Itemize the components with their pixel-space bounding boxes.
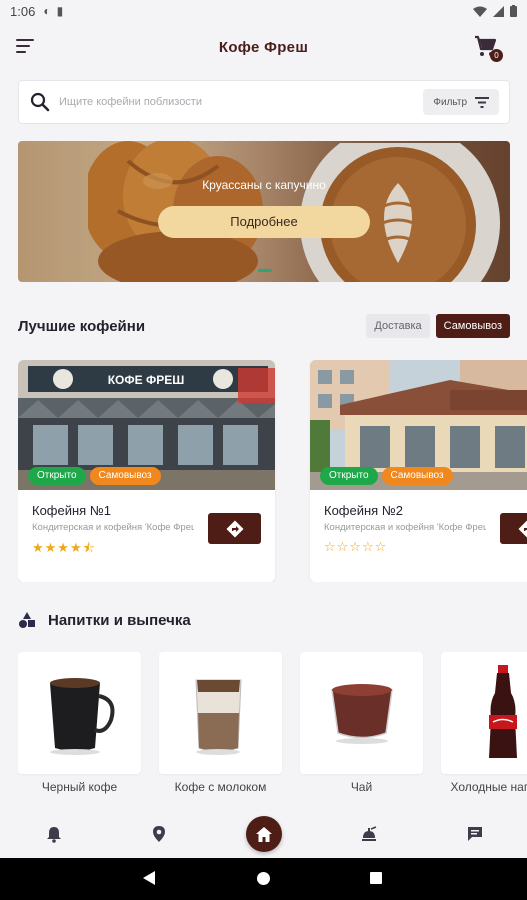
filter-label: Фильтр — [433, 96, 467, 108]
chat-icon[interactable] — [466, 825, 484, 843]
search-icon — [30, 92, 50, 112]
pickup-badge: Самовывоз — [381, 467, 453, 485]
cart-count-badge: 0 — [490, 49, 503, 62]
cafe-rating: ★★★★⯪ — [32, 540, 96, 555]
open-status-badge: Открыто — [28, 467, 86, 485]
cafe-card[interactable]: КОФЕ ФРЕШ Открыто Самовывоз Кофейня №1 К… — [18, 360, 275, 582]
cafe-name: Кофейня №2 — [324, 503, 403, 518]
toggle-pickup[interactable]: Самовывоз — [435, 314, 510, 338]
coffee-with-milk-image — [194, 679, 242, 755]
pickup-badge: Самовывоз — [89, 467, 161, 485]
home-icon — [256, 826, 272, 842]
food-tray-icon[interactable] — [360, 825, 378, 843]
drink-item[interactable]: Кофе с молоком — [159, 652, 282, 794]
drinks-carousel[interactable]: Черный кофе Кофе с молоком Чай Холодные … — [18, 652, 527, 802]
system-navigation-bar — [0, 858, 527, 900]
directions-icon — [226, 520, 243, 537]
cafe-description: Кондитерская и кофейня 'Кофе Фреш' — [32, 522, 194, 533]
search-input[interactable] — [59, 96, 424, 108]
banner-caption: Круассаны с капучино — [202, 178, 326, 192]
open-status-badge: Открыто — [320, 467, 378, 485]
directions-icon — [518, 520, 527, 537]
cafe-name: Кофейня №1 — [32, 503, 111, 518]
drink-label: Кофе с молоком — [174, 780, 267, 794]
directions-button[interactable] — [208, 513, 261, 544]
delivery-mode-toggle: Доставка Самовывоз — [366, 314, 510, 338]
filter-icon — [475, 96, 489, 108]
bell-icon[interactable] — [45, 825, 63, 843]
search-bar: Фильтр — [18, 80, 510, 124]
cafe-card[interactable]: Открыто Самовывоз Кофейня №2 Кондитерска… — [310, 360, 527, 582]
filter-button[interactable]: Фильтр — [423, 89, 499, 115]
cafe-rating: ☆☆☆☆☆ — [324, 539, 388, 554]
status-bar: 1:06 ◐ ▮ — [0, 0, 527, 22]
drink-label: Холодные напитки — [450, 780, 527, 794]
drink-item[interactable]: Чай — [300, 652, 423, 794]
system-recents-icon[interactable] — [370, 872, 382, 884]
location-pin-icon[interactable] — [150, 825, 168, 843]
best-cafes-title: Лучшие кофейни — [18, 317, 146, 335]
drink-image[interactable] — [18, 652, 141, 774]
best-cafes-header: Лучшие кофейни Доставка Самовывоз — [18, 314, 510, 338]
battery-icon — [510, 5, 517, 17]
drink-label: Черный кофе — [41, 780, 118, 794]
status-time: 1:06 — [10, 3, 36, 19]
app-title: Кофе Фреш — [218, 38, 309, 56]
bottom-navigation — [0, 808, 527, 858]
system-home-icon[interactable] — [257, 872, 270, 885]
cafe-sign-text: КОФЕ ФРЕШ — [108, 373, 185, 387]
carousel-indicator — [258, 269, 272, 272]
home-button[interactable] — [246, 816, 282, 852]
cart-button[interactable]: 0 — [473, 34, 503, 62]
black-coffee-image — [49, 678, 114, 755]
cafes-carousel[interactable]: КОФЕ ФРЕШ Открыто Самовывоз Кофейня №1 К… — [18, 360, 527, 582]
drinks-header: Напитки и выпечка — [18, 608, 191, 632]
drink-image[interactable] — [159, 652, 282, 774]
directions-button[interactable] — [500, 513, 527, 544]
categories-icon — [19, 612, 35, 628]
drink-image[interactable] — [300, 652, 423, 774]
system-back-icon[interactable] — [143, 871, 155, 885]
data-saver-icon: ◐ — [43, 4, 51, 18]
promo-banner[interactable]: Круассаны с капучино Подробнее — [18, 141, 510, 282]
sd-card-icon: ▮ — [56, 4, 64, 18]
drinks-title: Напитки и выпечка — [48, 611, 191, 629]
drink-image[interactable] — [441, 652, 527, 774]
drink-item[interactable]: Холодные напитки — [441, 652, 527, 794]
cola-bottle-image — [488, 665, 517, 758]
drink-item[interactable]: Черный кофе — [18, 652, 141, 794]
app-bar: Кофе Фреш 0 — [0, 22, 527, 72]
banner-more-button[interactable]: Подробнее — [158, 206, 370, 238]
wifi-icon — [473, 6, 487, 17]
signal-icon — [493, 5, 504, 17]
drink-label: Чай — [350, 780, 373, 794]
toggle-delivery[interactable]: Доставка — [366, 314, 430, 338]
menu-icon[interactable] — [16, 39, 36, 55]
tea-image — [330, 684, 393, 744]
cafe-description: Кондитерская и кофейня 'Кофе Фреш' — [324, 522, 486, 533]
